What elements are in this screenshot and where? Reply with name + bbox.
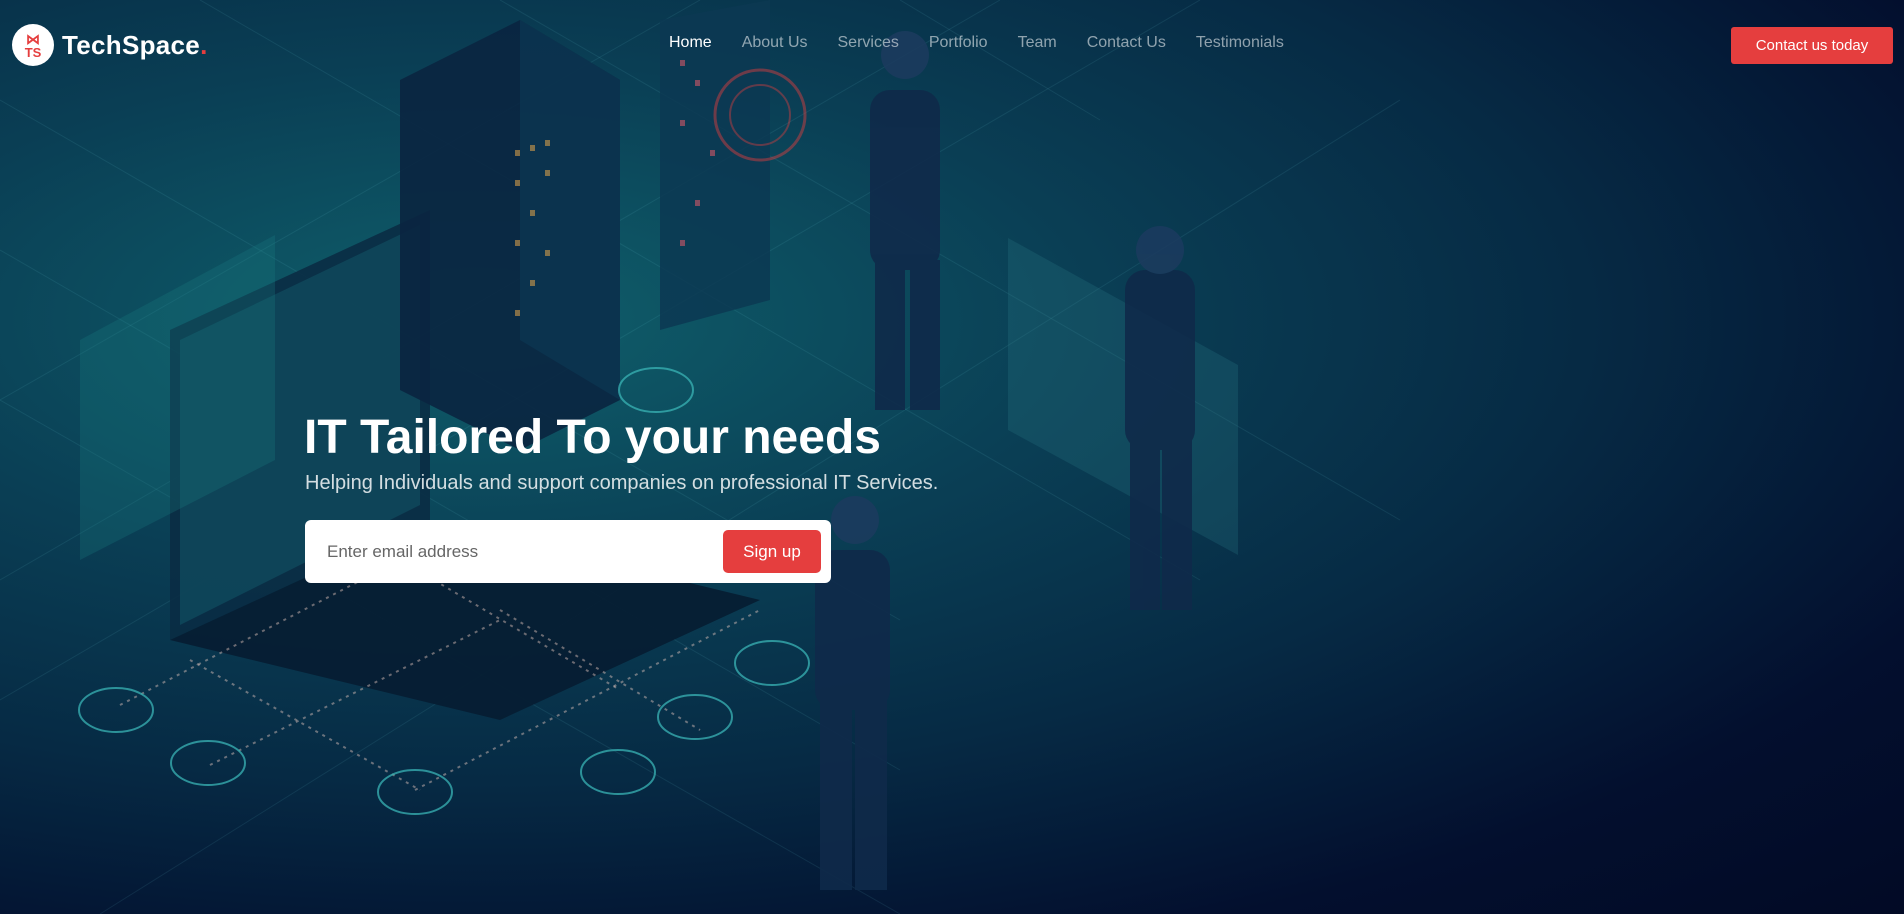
brand-name: TechSpace. <box>62 29 208 60</box>
contact-us-today-button[interactable]: Contact us today <box>1731 27 1893 64</box>
nav-contact-us[interactable]: Contact Us <box>1087 34 1166 52</box>
hero-illustration <box>0 0 1401 914</box>
brand-dot: . <box>200 29 208 60</box>
nav-testimonials[interactable]: Testimonials <box>1196 34 1284 52</box>
hero-subtitle: Helping Individuals and support companie… <box>305 472 939 494</box>
nav-home[interactable]: Home <box>669 34 712 52</box>
logo-mark-icon: ⋈ <box>26 30 40 47</box>
hero-title: IT Tailored To your needs <box>304 411 881 464</box>
nav-portfolio[interactable]: Portfolio <box>929 34 988 52</box>
server-illustration <box>400 0 770 450</box>
main-nav: Home About Us Services Portfolio Team Co… <box>669 34 1314 52</box>
nav-about-us[interactable]: About Us <box>742 34 808 52</box>
logo-badge: ⋈ TS <box>12 24 54 66</box>
sign-up-button[interactable]: Sign up <box>723 530 821 573</box>
nav-services[interactable]: Services <box>838 34 899 52</box>
logo[interactable]: ⋈ TS TechSpace. <box>12 24 208 66</box>
email-input[interactable] <box>325 536 709 568</box>
signup-form: Sign up <box>305 520 831 583</box>
logo-initials: TS <box>24 44 42 60</box>
nav-team[interactable]: Team <box>1018 34 1057 52</box>
